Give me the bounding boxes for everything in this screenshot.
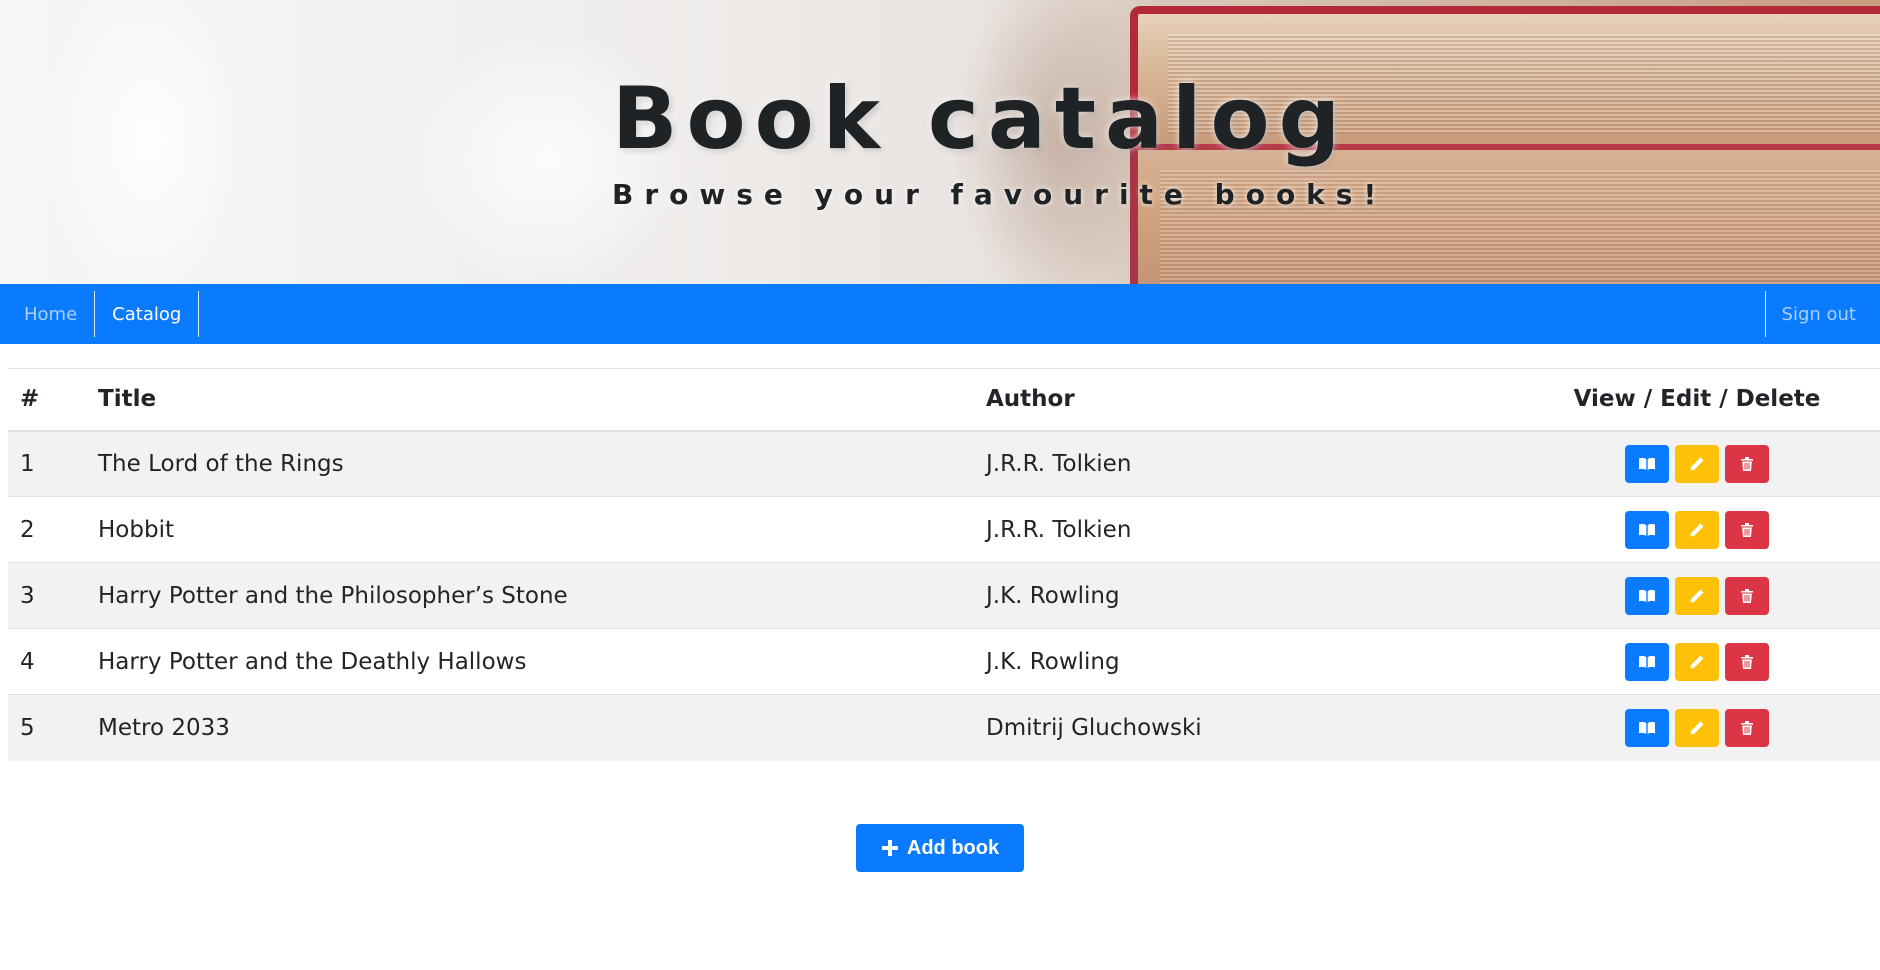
pencil-icon [1690, 523, 1704, 536]
row-title: Harry Potter and the Deathly Hallows [84, 628, 974, 695]
table-row: 4 Harry Potter and the Deathly Hallows J… [8, 628, 1880, 695]
column-header-number: # [8, 368, 84, 432]
table-body: 1 The Lord of the Rings J.R.R. Tolkien 2… [8, 430, 1880, 761]
row-actions [1514, 430, 1880, 497]
row-number: 1 [8, 430, 84, 497]
row-author: J.K. Rowling [974, 628, 1514, 695]
page-subtitle: Browse your favourite books! [612, 178, 1388, 211]
row-author: Dmitrij Gluchowski [974, 694, 1514, 761]
page-title: Book catalog [612, 69, 1350, 169]
view-book-button[interactable] [1625, 510, 1669, 549]
row-title: Harry Potter and the Philosopher’s Stone [84, 562, 974, 629]
row-author: J.K. Rowling [974, 562, 1514, 629]
row-author: J.R.R. Tolkien [974, 430, 1514, 497]
books-table: # Title Author View / Edit / Delete 1 Th… [8, 368, 1880, 761]
delete-book-button[interactable] [1725, 510, 1769, 549]
edit-book-button[interactable] [1675, 642, 1719, 681]
action-button-group [1625, 510, 1769, 549]
column-header-actions: View / Edit / Delete [1514, 368, 1880, 432]
edit-book-button[interactable] [1675, 576, 1719, 615]
trash-icon [1741, 588, 1753, 603]
action-button-group [1625, 708, 1769, 747]
delete-book-button[interactable] [1725, 576, 1769, 615]
hero-text: Book catalog Browse your favourite books… [612, 76, 1387, 211]
delete-book-button[interactable] [1725, 444, 1769, 483]
trash-icon [1741, 654, 1753, 669]
row-author: J.R.R. Tolkien [974, 496, 1514, 563]
edit-book-button[interactable] [1675, 708, 1719, 747]
view-book-button[interactable] [1625, 576, 1669, 615]
books-table-container: # Title Author View / Edit / Delete 1 Th… [8, 368, 1880, 761]
nav-home-link[interactable]: Home [0, 291, 96, 337]
action-button-group [1625, 444, 1769, 483]
action-button-group [1625, 642, 1769, 681]
book-open-icon [1639, 523, 1655, 536]
view-book-button[interactable] [1625, 708, 1669, 747]
hero-banner: Book catalog Browse your favourite books… [0, 0, 1880, 284]
row-title: The Lord of the Rings [84, 430, 974, 497]
view-book-button[interactable] [1625, 642, 1669, 681]
delete-book-button[interactable] [1725, 708, 1769, 747]
column-header-author: Author [974, 368, 1514, 432]
trash-icon [1741, 720, 1753, 735]
row-actions [1514, 496, 1880, 563]
row-number: 2 [8, 496, 84, 563]
table-row: 2 Hobbit J.R.R. Tolkien [8, 496, 1880, 563]
trash-icon [1741, 456, 1753, 471]
pencil-icon [1690, 655, 1704, 668]
table-row: 1 The Lord of the Rings J.R.R. Tolkien [8, 430, 1880, 497]
row-number: 3 [8, 562, 84, 629]
row-actions [1514, 562, 1880, 629]
row-title: Hobbit [84, 496, 974, 563]
row-title: Metro 2033 [84, 694, 974, 761]
navbar: Home Catalog Sign out [0, 284, 1880, 344]
add-book-button[interactable]: Add book [856, 824, 1024, 872]
table-row: 3 Harry Potter and the Philosopher’s Sto… [8, 562, 1880, 629]
pencil-icon [1690, 457, 1704, 471]
trash-icon [1741, 522, 1753, 537]
column-header-title: Title [84, 368, 974, 432]
hero-background-blur [40, 0, 260, 284]
table-header: # Title Author View / Edit / Delete [8, 368, 1880, 432]
row-actions [1514, 694, 1880, 761]
pencil-icon [1690, 589, 1704, 602]
row-actions [1514, 628, 1880, 695]
table-row: 5 Metro 2033 Dmitrij Gluchowski [8, 694, 1880, 761]
view-book-button[interactable] [1625, 444, 1669, 483]
row-number: 5 [8, 694, 84, 761]
book-open-icon [1639, 457, 1655, 470]
add-book-label: Add book [906, 836, 1000, 859]
row-number: 4 [8, 628, 84, 695]
table-header-row: # Title Author View / Edit / Delete [8, 368, 1880, 432]
nav-signout-link[interactable]: Sign out [1764, 291, 1880, 337]
edit-book-button[interactable] [1675, 510, 1719, 549]
pencil-icon [1690, 721, 1704, 735]
action-button-group [1625, 576, 1769, 615]
book-open-icon [1639, 721, 1655, 734]
book-open-icon [1639, 589, 1655, 602]
edit-book-button[interactable] [1675, 444, 1719, 483]
book-open-icon [1639, 655, 1655, 668]
delete-book-button[interactable] [1725, 642, 1769, 681]
plus-icon [881, 840, 898, 856]
nav-catalog-link[interactable]: Catalog [95, 291, 200, 337]
